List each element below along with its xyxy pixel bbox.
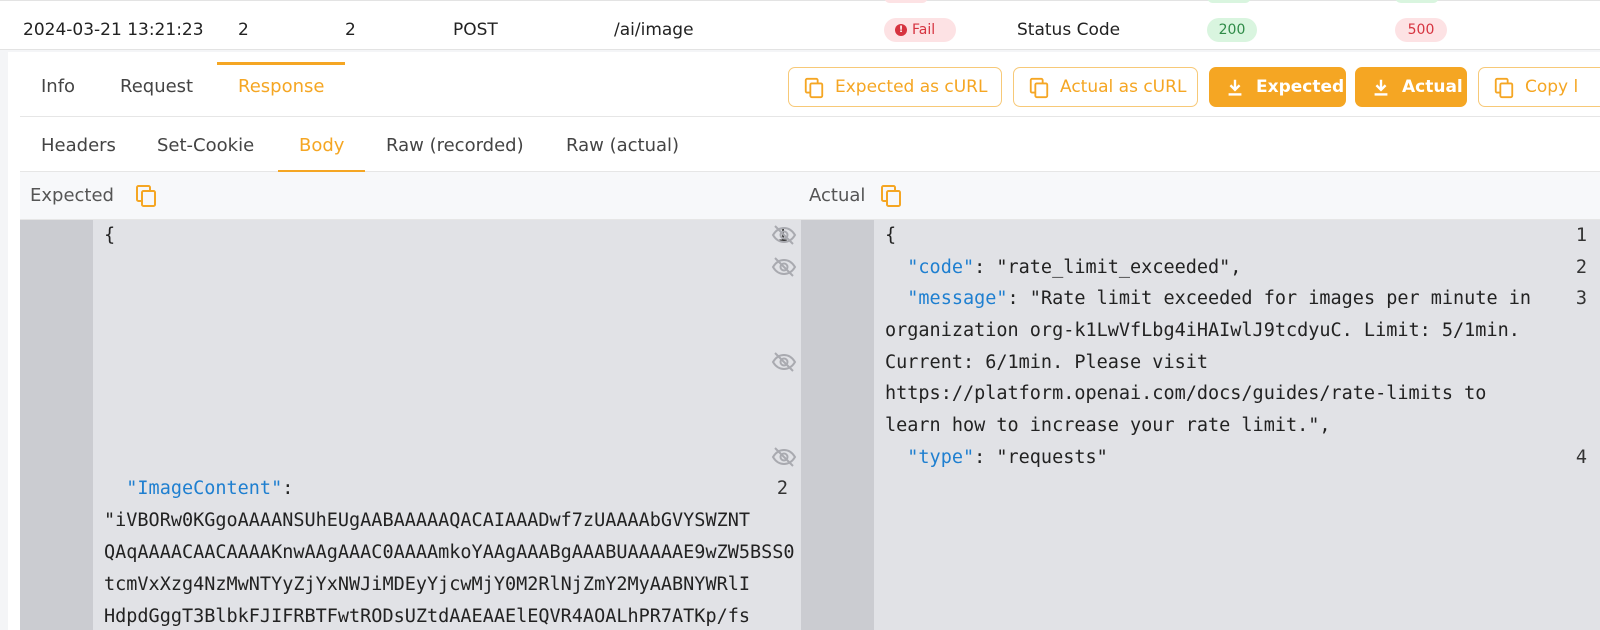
expected-label: Expected [30, 185, 114, 206]
eye-off-icon[interactable] [771, 447, 797, 467]
actual-status-badge: 500 [1395, 18, 1447, 42]
copy-expected-icon[interactable] [134, 184, 158, 208]
expected-as-curl-label: Expected as cURL [835, 77, 988, 97]
row-above-fail-edge [884, 0, 928, 3]
status-badge-label: Fail [912, 22, 936, 38]
subtab-headers[interactable]: Headers [20, 117, 137, 172]
fail-icon: ! [895, 24, 907, 36]
actual-as-curl-button[interactable]: Actual as cURL [1013, 67, 1198, 107]
tab-request[interactable]: Request [99, 52, 214, 117]
download-actual-button[interactable]: Actual [1355, 67, 1467, 107]
copy-link-button[interactable]: Copy l [1478, 67, 1600, 107]
copy-icon [804, 77, 824, 99]
code-wrap: learn how to increase your rate limit.", [885, 415, 1331, 436]
result-row[interactable]: 2024-03-21 13:21:23 2 2 POST /ai/image !… [0, 0, 1600, 50]
code-line: { [104, 225, 116, 246]
count-cell-1: 2 [238, 20, 249, 40]
expected-gutter [20, 220, 93, 630]
copy-actual-icon[interactable] [879, 184, 903, 208]
actual-gutter [801, 220, 874, 630]
actual-label: Actual [809, 185, 866, 206]
eye-off-icon[interactable] [771, 257, 797, 277]
expected-body-editor[interactable]: 1 { 2 "ImageContent": "iVBORw0KGgoAAAANS… [20, 220, 801, 630]
download-expected-button[interactable]: Expected [1209, 67, 1346, 107]
json-key: "message" [907, 288, 1008, 309]
request-path: /ai/image [614, 20, 694, 40]
line-number: 2 [776, 478, 788, 499]
code-line: "ImageContent": [104, 473, 293, 505]
expected-as-curl-button[interactable]: Expected as cURL [788, 67, 1002, 107]
code-wrap: tcmVxXzg4NzMwNTYyZjYxNWJiMDEyYjcwMjY0M2R… [104, 574, 751, 595]
eye-off-icon[interactable] [771, 225, 797, 245]
json-value: : "rate_limit_exceeded", [974, 257, 1242, 278]
code-wrap: organization org-k1LwVfLbg4iHAIwlJ9tcdyu… [885, 320, 1520, 341]
code-wrap: "iVBORw0KGgoAAAANSUhEUgAABAAAAAQACAIAAAD… [104, 510, 751, 531]
tab-response[interactable]: Response [217, 52, 346, 117]
detail-panel: Info Request Response Expected as cURL A… [8, 52, 1600, 630]
line-number: 1 [1575, 225, 1587, 246]
expected-status-badge: 200 [1207, 18, 1257, 42]
status-badge: ! Fail [884, 18, 956, 42]
http-method: POST [453, 20, 498, 40]
row-above-ok-edge-2 [1395, 0, 1439, 3]
line-number: 2 [1575, 257, 1587, 278]
compare-header: Expected Actual [20, 172, 1600, 220]
json-key: "ImageContent" [126, 478, 283, 499]
copy-link-label: Copy l [1525, 77, 1579, 97]
subtab-set-cookie[interactable]: Set-Cookie [136, 117, 275, 172]
download-icon [1374, 79, 1388, 96]
code-wrap: Current: 6/1min. Please visit [885, 352, 1209, 373]
json-value: : "Rate limit exceeded for images per mi… [1007, 288, 1532, 309]
tab-info[interactable]: Info [20, 52, 96, 117]
count-cell-2: 2 [345, 20, 356, 40]
row-above-ok-edge [1207, 0, 1251, 3]
code-line: "message": "Rate limit exceeded for imag… [885, 283, 1531, 315]
eye-off-icon[interactable] [771, 352, 797, 372]
download-icon [1228, 79, 1242, 96]
code-line: "code": "rate_limit_exceeded", [885, 252, 1241, 284]
code-wrap: https://platform.openai.com/docs/guides/… [885, 383, 1487, 404]
code-wrap: HdpdGggT3BlbkFJIFRBTFwtRODsUZtdAAEAAElEQ… [104, 606, 751, 627]
actual-body-editor[interactable]: 1 { 2 "code": "rate_limit_exceeded", 3 "… [801, 220, 1600, 630]
copy-icon [1029, 77, 1049, 99]
download-expected-label: Expected [1256, 77, 1345, 97]
json-colon: : [282, 478, 294, 499]
detail-tabs: Info Request Response Expected as cURL A… [20, 52, 1600, 117]
compare-field: Status Code [1017, 20, 1121, 40]
actual-as-curl-label: Actual as cURL [1060, 77, 1187, 97]
subtab-body[interactable]: Body [278, 117, 366, 173]
timestamp: 2024-03-21 13:21:23 [23, 20, 204, 40]
subtab-raw-recorded[interactable]: Raw (recorded) [365, 117, 545, 172]
line-number: 3 [1575, 288, 1587, 309]
code-line: "type": "requests" [885, 442, 1108, 474]
json-value: : "requests" [974, 447, 1108, 468]
json-key: "code" [907, 257, 975, 278]
download-actual-label: Actual [1402, 77, 1463, 97]
response-subtabs: Headers Set-Cookie Body Raw (recorded) R… [20, 117, 1600, 173]
subtab-raw-actual[interactable]: Raw (actual) [545, 117, 700, 172]
line-number: 4 [1575, 447, 1587, 468]
code-wrap: QAqAAAACAACAAAAKnwAAgAAAC0AAAAmkoYAAgAAA… [104, 542, 795, 563]
code-line: { [885, 225, 897, 246]
copy-icon [1494, 77, 1514, 99]
json-key: "type" [907, 447, 975, 468]
